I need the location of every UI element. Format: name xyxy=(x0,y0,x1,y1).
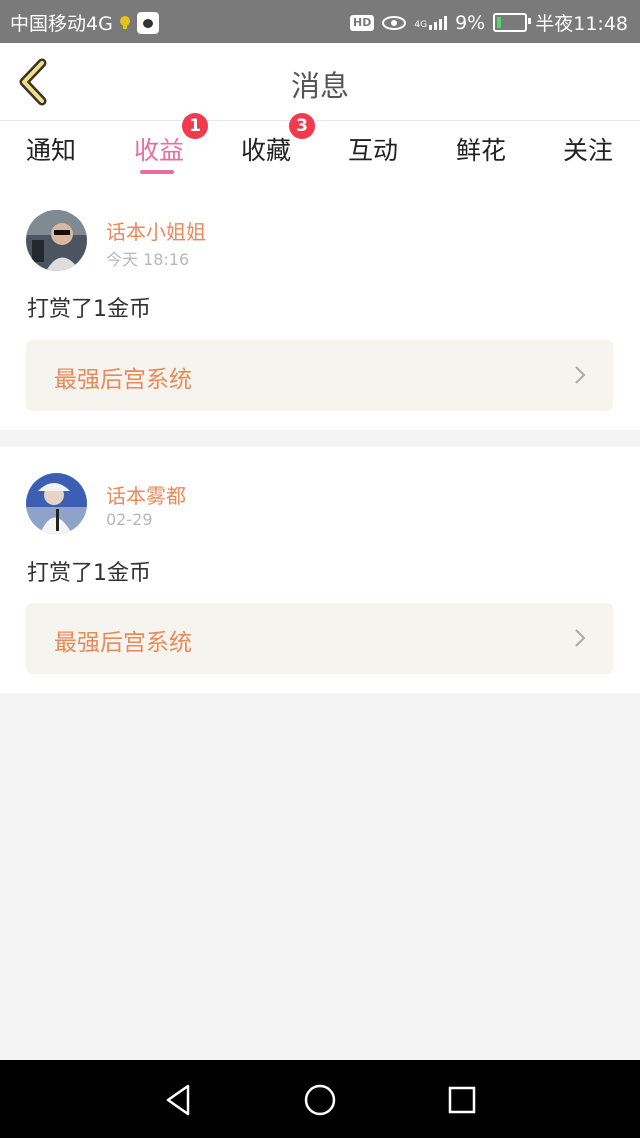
tab-label: 互动 xyxy=(347,136,398,165)
book-title: 最强后宫系统 xyxy=(54,630,192,656)
header: 消息 xyxy=(0,43,640,121)
tab-label: 收益 xyxy=(133,136,184,165)
message-content: 打赏了1金币 xyxy=(27,561,151,586)
tab-flowers[interactable]: 鲜花 xyxy=(441,131,521,167)
back-triangle-icon[interactable] xyxy=(158,1080,198,1120)
book-link[interactable]: 最强后宫系统 xyxy=(26,340,613,411)
tab-following[interactable]: 关注 xyxy=(548,131,628,167)
tab-interaction[interactable]: 互动 xyxy=(333,131,413,167)
tab-label: 通知 xyxy=(25,136,76,165)
home-circle-icon[interactable] xyxy=(300,1080,340,1120)
message-card: 话本雾都 02-29 打赏了1金币 最强后宫系统 xyxy=(0,447,640,693)
clock: 半夜11:48 xyxy=(535,13,628,35)
bulb-icon xyxy=(119,15,130,29)
status-bar: 中国移动4G HD 4G 9% 半夜11:48 xyxy=(0,0,640,43)
battery-icon xyxy=(493,13,532,32)
timestamp: 02-29 xyxy=(106,510,153,529)
battery-percent: 9% xyxy=(455,11,486,34)
tab-bar: 通知 收益 收藏 互动 鲜花 关注 1 3 xyxy=(0,113,640,183)
signal-icon: 4G xyxy=(414,15,448,30)
recents-square-icon[interactable] xyxy=(442,1080,482,1120)
tab-label: 关注 xyxy=(562,136,613,165)
message-card: 话本小姐姐 今天 18:16 打赏了1金币 最强后宫系统 xyxy=(0,183,640,430)
unread-badge: 3 xyxy=(289,113,315,139)
tab-label: 鲜花 xyxy=(455,136,506,165)
system-nav-bar xyxy=(0,1060,640,1138)
tab-notifications[interactable]: 通知 xyxy=(11,131,91,167)
username[interactable]: 话本小姐姐 xyxy=(106,216,206,245)
timestamp: 今天 18:16 xyxy=(106,250,190,269)
username[interactable]: 话本雾都 xyxy=(106,480,186,509)
avatar[interactable] xyxy=(26,210,87,271)
chevron-right-icon xyxy=(575,629,586,647)
active-tab-indicator xyxy=(140,170,174,174)
tab-label: 收藏 xyxy=(240,136,291,165)
chevron-right-icon xyxy=(575,366,586,384)
page-title: 消息 xyxy=(290,69,349,103)
unread-badge: 1 xyxy=(182,113,208,139)
book-title: 最强后宫系统 xyxy=(54,367,192,393)
message-content: 打赏了1金币 xyxy=(27,297,151,322)
app-notification-icon xyxy=(136,11,159,34)
hd-icon: HD xyxy=(350,14,375,31)
carrier-label: 中国移动4G xyxy=(10,13,113,35)
book-link[interactable]: 最强后宫系统 xyxy=(26,603,613,674)
avatar[interactable] xyxy=(26,473,87,534)
eye-icon xyxy=(382,15,407,30)
